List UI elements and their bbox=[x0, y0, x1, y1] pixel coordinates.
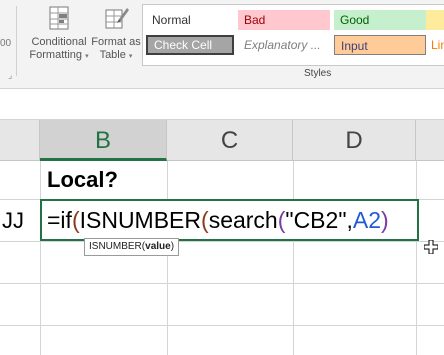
cell-select-cursor-icon bbox=[424, 240, 438, 254]
ribbon-group-divider bbox=[16, 6, 17, 76]
style-check-cell[interactable]: Check Cell bbox=[146, 35, 234, 55]
style-check-cell-label: Check Cell bbox=[154, 38, 213, 52]
style-bad[interactable]: Bad bbox=[238, 10, 330, 30]
tooltip-function-name: ISNUMBER bbox=[89, 241, 142, 252]
column-header-e[interactable] bbox=[416, 120, 444, 161]
formula-paren: ) bbox=[381, 207, 389, 233]
formula-string-arg: "CB2" bbox=[285, 207, 347, 233]
cell-styles-gallery: Normal Bad Good Check Cell Explanatory .… bbox=[142, 4, 444, 66]
style-bad-label: Bad bbox=[244, 13, 266, 27]
conditional-formatting-icon bbox=[49, 6, 69, 30]
column-header-b[interactable]: B bbox=[40, 120, 167, 161]
tooltip-paren: ) bbox=[170, 241, 175, 252]
style-good[interactable]: Good bbox=[334, 10, 426, 30]
formula-text: =if(ISNUMBER(search("CB2",A2) bbox=[47, 201, 389, 239]
column-header-c[interactable]: C bbox=[167, 120, 293, 161]
tooltip-argument: value bbox=[145, 241, 171, 252]
number-format-fragment: 00 bbox=[0, 38, 12, 49]
formula-if: =if bbox=[47, 207, 72, 233]
style-input-label: Input bbox=[341, 39, 368, 53]
function-argument-tooltip[interactable]: ISNUMBER(value) bbox=[84, 238, 180, 256]
formula-cell-reference: A2 bbox=[352, 207, 382, 233]
style-neutral-partial[interactable] bbox=[426, 10, 444, 30]
ribbon-previous-group-stub: 00 bbox=[0, 4, 18, 76]
style-normal-label: Normal bbox=[152, 13, 191, 27]
gridline bbox=[0, 283, 444, 284]
style-normal[interactable]: Normal bbox=[146, 10, 234, 30]
conditional-formatting-button[interactable]: Conditional Formatting ▾ bbox=[28, 4, 90, 63]
style-linked-cell[interactable]: Lin bbox=[428, 35, 444, 55]
cell-b2-editor[interactable]: =if(ISNUMBER(search("CB2",A2) bbox=[40, 199, 419, 241]
ribbon: 00 ⌟ Conditional Formatting ▾ Format as … bbox=[0, 0, 444, 89]
dialog-launcher-icon[interactable]: ⌟ bbox=[8, 70, 12, 81]
column-header-a[interactable] bbox=[0, 120, 40, 161]
format-as-table-label-line1: Format as bbox=[91, 36, 141, 48]
style-explanatory-label: Explanatory ... bbox=[244, 38, 321, 52]
cell-a2[interactable]: JJ bbox=[2, 201, 24, 241]
formula-isnumber: ISNUMBER bbox=[79, 207, 202, 233]
format-as-table-label-line2: Table bbox=[99, 49, 126, 61]
chevron-down-icon: ▾ bbox=[128, 53, 133, 60]
format-as-table-icon bbox=[105, 8, 129, 29]
conditional-formatting-label-line1: Conditional bbox=[31, 36, 87, 48]
formula-bar-area bbox=[0, 89, 444, 120]
formula-search: search bbox=[208, 207, 278, 233]
styles-group-label: Styles bbox=[304, 68, 332, 79]
gridline bbox=[0, 241, 444, 242]
style-linked-cell-label: Lin bbox=[431, 38, 444, 52]
formula-paren: ( bbox=[201, 207, 209, 233]
column-header-d[interactable]: D bbox=[293, 120, 416, 161]
cell-b1[interactable]: Local? bbox=[47, 164, 118, 196]
style-explanatory[interactable]: Explanatory ... bbox=[238, 35, 330, 55]
format-as-table-button[interactable]: Format as Table ▾ bbox=[88, 4, 144, 63]
style-input[interactable]: Input bbox=[334, 35, 426, 55]
conditional-formatting-label-line2: Formatting bbox=[29, 49, 82, 61]
formula-paren: ( bbox=[71, 207, 80, 233]
gridline bbox=[0, 325, 444, 326]
style-good-label: Good bbox=[340, 13, 370, 27]
